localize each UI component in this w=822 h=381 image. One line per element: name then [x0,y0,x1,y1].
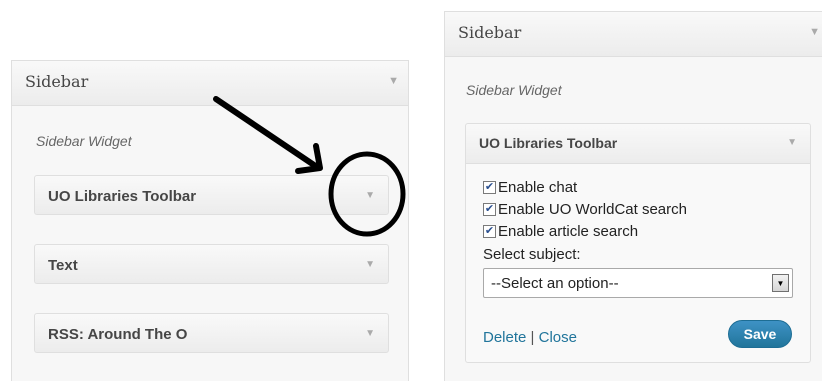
widget-title: UO Libraries Toolbar [48,188,197,205]
collapse-arrow-icon[interactable]: ▼ [809,26,820,38]
collapse-arrow-icon[interactable]: ▼ [388,75,399,87]
dropdown-arrow-icon[interactable]: ▼ [772,274,789,292]
enable-worldcat-label: Enable UO WorldCat search [498,201,687,218]
sidebar-panel-left: Sidebar ▼ Sidebar Widget UO Libraries To… [11,60,409,381]
widget-title: UO Libraries Toolbar [479,135,618,151]
sidebar-description: Sidebar Widget [466,82,562,98]
widget-text[interactable]: Text ▼ [34,244,389,284]
widget-rss-around-the-o[interactable]: RSS: Around The O ▼ [34,313,389,353]
widget-title: Text [48,257,78,274]
delete-link[interactable]: Delete [483,329,526,346]
sidebar-title: Sidebar [25,72,89,91]
enable-worldcat-option[interactable]: ✔ Enable UO WorldCat search [483,201,687,218]
link-separator: | [530,329,535,346]
enable-article-search-checkbox[interactable]: ✔ [483,225,496,238]
sidebar-panel-right: Sidebar ▼ Sidebar Widget UO Libraries To… [444,11,822,381]
subject-select[interactable]: --Select an option-- ▼ [483,268,793,298]
enable-worldcat-checkbox[interactable]: ✔ [483,203,496,216]
sidebar-title: Sidebar [458,23,522,42]
enable-chat-option[interactable]: ✔ Enable chat [483,179,577,196]
widget-uo-libraries-toolbar[interactable]: UO Libraries Toolbar ▼ [34,175,389,215]
enable-article-search-option[interactable]: ✔ Enable article search [483,223,638,240]
sidebar-panel-header[interactable]: Sidebar ▼ [445,12,822,57]
widget-header[interactable]: UO Libraries Toolbar ▼ [466,124,810,164]
widget-expand-arrow-icon[interactable]: ▼ [365,259,375,270]
widget-expand-arrow-icon[interactable]: ▼ [365,190,375,201]
enable-chat-label: Enable chat [498,179,578,196]
select-subject-label: Select subject: [483,246,581,263]
subject-select-value: --Select an option-- [491,275,619,292]
enable-chat-checkbox[interactable]: ✔ [483,181,496,194]
widget-title: RSS: Around The O [48,326,188,343]
widget-actions: Delete | Close [483,329,577,346]
sidebar-description: Sidebar Widget [36,133,132,149]
sidebar-panel-header[interactable]: Sidebar ▼ [12,61,408,106]
widget-collapse-arrow-icon[interactable]: ▼ [787,137,797,148]
widget-expand-arrow-icon[interactable]: ▼ [365,328,375,339]
close-link[interactable]: Close [539,329,577,346]
widget-uo-libraries-toolbar-expanded: UO Libraries Toolbar ▼ ✔ Enable chat ✔ E… [465,123,811,363]
save-button[interactable]: Save [728,320,792,348]
enable-article-search-label: Enable article search [498,223,639,240]
